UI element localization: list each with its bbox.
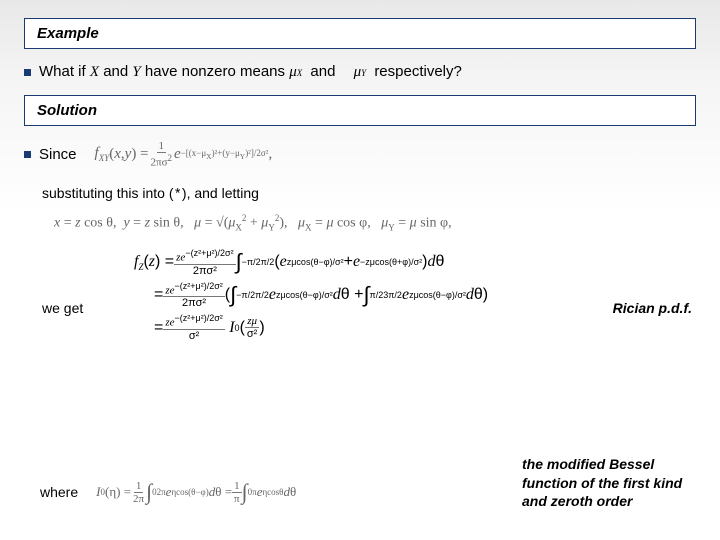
since-row: Since fXY(x,y) = 12πσ2 e−[(x−μX)²+(y−μY)…	[24, 140, 696, 169]
fz-line-3: = ze−(z²+μ²)/2σ²σ² I0(zμσ²)	[154, 313, 696, 342]
example-heading-box: Example	[24, 18, 696, 49]
solution-heading-box: Solution	[24, 95, 696, 126]
question-row: What if X and Y have nonzero means μX an…	[24, 63, 696, 81]
rician-label: Rician p.d.f.	[613, 300, 692, 316]
bullet-icon	[24, 151, 31, 158]
solution-title: Solution	[37, 102, 683, 119]
fz-line-1: fZ(z) = ze−(z²+μ²)/2σ²2πσ² ∫−π/2π/2 (ezμ…	[134, 248, 696, 277]
bullet-icon	[24, 69, 31, 76]
question-text: What if X and Y have nonzero means μX an…	[39, 63, 462, 81]
where-row: where I0(η) = 12π ∫02πeηcos(θ−φ)dθ = 1π …	[40, 479, 296, 505]
we-get-label: we get	[42, 300, 83, 316]
since-equation: fXY(x,y) = 12πσ2 e−[(x−μX)²+(y−μY)²]/2σ²…	[95, 140, 273, 169]
i0-equation: I0(η) = 12π ∫02πeηcos(θ−φ)dθ = 1π ∫0πeηc…	[96, 479, 296, 505]
substituting-line: substituting this into (*), and letting	[42, 185, 696, 203]
example-title: Example	[37, 25, 683, 42]
where-label: where	[40, 484, 78, 500]
since-label: Since	[39, 146, 77, 163]
bessel-label: the modified Bessel function of the firs…	[522, 455, 692, 510]
definitions-equation: x = z cos θ, y = z sin θ, μ = √(μX2 + μY…	[54, 213, 696, 232]
